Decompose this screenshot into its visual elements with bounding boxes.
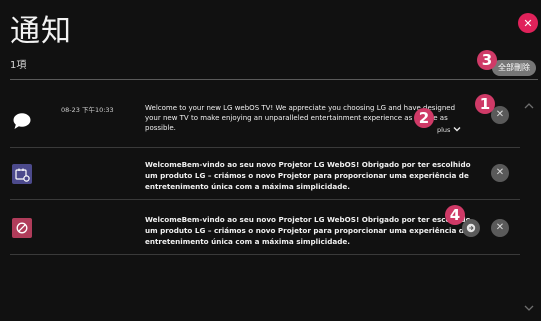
notification-message: WelcomeBem-vindo ao seu novo Projetor LG… — [145, 160, 471, 191]
notification-message: WelcomeBem-vindo ao seu novo Projetor LG… — [145, 215, 471, 246]
callout-badge-3: 3 — [477, 50, 497, 70]
callout-badge-4: 4 — [445, 205, 465, 225]
notifications-screen: 通知 1項 ✕ 全部刪除 3 08-23 下午10:33 Welcome to … — [0, 0, 541, 321]
notification-timestamp: 08-23 下午10:33 — [61, 106, 114, 114]
notification-message: Welcome to your new LG webOS TV! We appr… — [145, 104, 456, 132]
list-item[interactable]: WelcomeBem-vindo ao seu novo Projetor LG… — [10, 148, 520, 200]
page-title: 通知 — [10, 14, 72, 49]
calendar-gear-icon — [12, 164, 32, 184]
dismiss-button[interactable]: ✕ — [491, 164, 509, 182]
scroll-up-chevron-icon[interactable] — [523, 101, 535, 111]
header-divider — [10, 79, 538, 80]
list-item[interactable]: WelcomeBem-vindo ao seu novo Projetor LG… — [10, 200, 520, 255]
delete-all-button[interactable]: 全部刪除 — [492, 60, 536, 76]
scroll-down-chevron-icon[interactable] — [523, 303, 535, 313]
go-to-button[interactable] — [462, 219, 480, 237]
chat-bubble-icon — [12, 112, 32, 134]
arrow-right-icon — [466, 223, 476, 233]
notification-list: 08-23 下午10:33 Welcome to your new LG web… — [10, 92, 520, 312]
more-link[interactable]: plus — [437, 126, 461, 134]
chevron-down-icon — [453, 126, 461, 134]
close-icon[interactable]: ✕ — [518, 13, 538, 33]
notification-count: 1項 — [10, 60, 27, 71]
dismiss-button[interactable]: ✕ — [491, 219, 509, 237]
list-item[interactable]: 08-23 下午10:33 Welcome to your new LG web… — [10, 92, 520, 148]
blocked-app-icon — [12, 218, 32, 238]
callout-badge-1: 1 — [475, 94, 495, 114]
callout-badge-2: 2 — [414, 108, 434, 128]
